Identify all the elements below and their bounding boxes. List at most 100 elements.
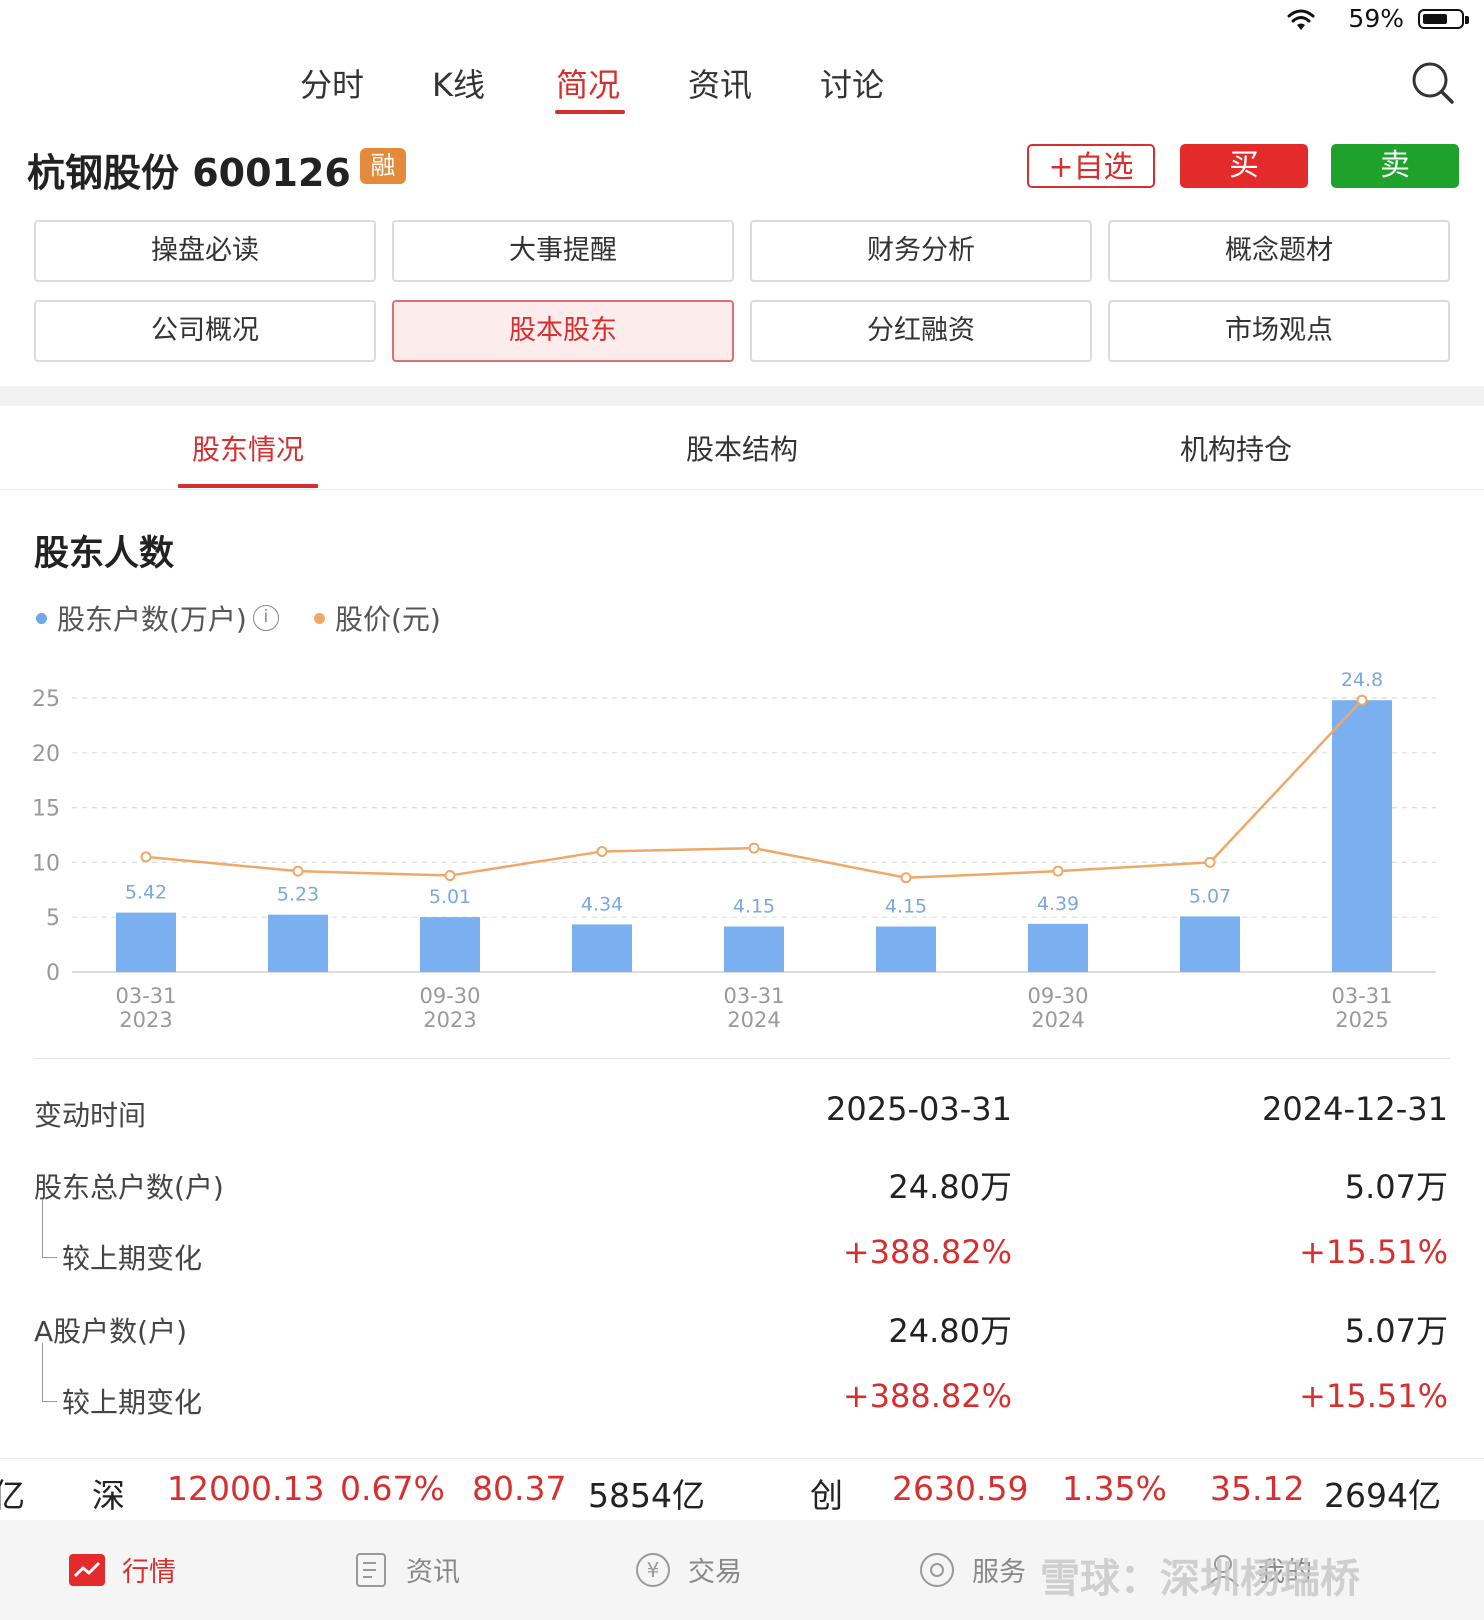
x-tick-label: 2023	[119, 1008, 172, 1032]
chart-divider	[34, 1058, 1450, 1059]
price-point	[1356, 694, 1368, 706]
ticker-sz-label: 深	[92, 1476, 125, 1515]
search-icon[interactable]	[1410, 60, 1456, 106]
bar-value-label: 24.8	[1341, 669, 1383, 691]
x-tick-label: 2024	[1031, 1008, 1084, 1032]
row-value-current: 24.80万	[888, 1312, 1012, 1350]
tab-kline[interactable]: K线	[432, 60, 485, 106]
row-label: 较上期变化	[62, 1386, 203, 1419]
price-point	[292, 865, 304, 877]
nav-trade[interactable]: 交易	[688, 1550, 742, 1589]
btn-major-events[interactable]: 大事提醒	[392, 220, 734, 282]
svg-text:¥: ¥	[647, 1558, 660, 1582]
price-point	[748, 842, 760, 854]
price-point	[444, 870, 456, 882]
y-tick-label: 0	[46, 961, 60, 986]
x-tick-label: 03-31	[1331, 984, 1392, 1008]
btn-shareholders[interactable]: 股本股东	[392, 300, 734, 362]
row-label: 股东总户数(户)	[34, 1171, 224, 1204]
y-tick-label: 10	[32, 851, 60, 876]
legend-price[interactable]: 股价(元)	[314, 598, 441, 638]
subtab-capital-structure[interactable]: 股本结构	[686, 428, 798, 468]
nav-market[interactable]: 行情	[122, 1550, 176, 1589]
table-row: A股户数(户) 24.80万 5.07万	[0, 1306, 1484, 1356]
y-tick-label: 25	[32, 687, 60, 712]
ticker-cy-label: 创	[810, 1476, 843, 1515]
row-value-current: +388.82%	[842, 1233, 1012, 1271]
y-tick-label: 15	[32, 797, 60, 822]
row-label: 较上期变化	[62, 1242, 203, 1275]
subtab-institutions[interactable]: 机构持仓	[1180, 428, 1292, 468]
section-title: 股东人数	[34, 534, 175, 574]
row-value-previous: 5.07万	[1344, 1312, 1448, 1350]
table-row: 较上期变化 +388.82% +15.51%	[0, 1343, 1484, 1427]
btn-trading-must-read[interactable]: 操盘必读	[34, 220, 376, 282]
ticker-cut-text: 亿	[0, 1476, 25, 1515]
bar-value-label: 5.42	[125, 882, 167, 904]
tab-overview[interactable]: 简况	[556, 60, 620, 106]
holders-chart: 05101520255.42 5.23 5.01 4.34 4.15 4.15 4.39 5.…	[32, 669, 1436, 1032]
btn-concepts[interactable]: 概念题材	[1108, 220, 1450, 282]
subtab-indicator	[178, 484, 318, 488]
x-tick-label: 03-31	[115, 984, 176, 1008]
buy-button[interactable]: 买	[1180, 144, 1308, 188]
bar	[1332, 700, 1392, 972]
price-point	[1204, 856, 1216, 868]
nav-service[interactable]: 服务	[972, 1550, 1026, 1589]
row-value-current: +388.82%	[842, 1377, 1012, 1415]
info-icon[interactable]: i	[252, 605, 279, 631]
nav-news[interactable]: 资讯	[406, 1550, 460, 1589]
market-icon[interactable]	[68, 1552, 106, 1588]
legend-dot-price	[314, 612, 325, 624]
legend-holders[interactable]: 股东户数(万户) i	[36, 598, 279, 638]
bar-value-label: 4.15	[885, 896, 927, 918]
tab-fenshi[interactable]: 分时	[300, 60, 364, 106]
trade-icon[interactable]: ¥	[634, 1552, 672, 1588]
bar-value-label: 5.01	[429, 886, 471, 908]
bar-value-label: 5.07	[1189, 885, 1231, 907]
add-watchlist-button[interactable]: +自选	[1027, 144, 1155, 188]
stock-title: 杭钢股份 600126	[27, 151, 351, 195]
x-tick-label: 09-30	[1027, 984, 1088, 1008]
service-icon[interactable]	[918, 1552, 956, 1588]
btn-financial-analysis[interactable]: 财务分析	[750, 220, 1092, 282]
tab-news[interactable]: 资讯	[688, 60, 752, 106]
ticker-sz-change: 80.37	[472, 1469, 567, 1508]
row-value-previous: +15.51%	[1299, 1377, 1448, 1415]
bar	[1180, 916, 1240, 972]
table-row: 较上期变化 +388.82% +15.51%	[0, 1199, 1484, 1283]
subtab-holders[interactable]: 股东情况	[192, 428, 304, 468]
wifi-icon	[1287, 9, 1315, 30]
news-icon[interactable]	[352, 1552, 390, 1588]
tab-discussion[interactable]: 讨论	[820, 60, 884, 106]
subtab-divider	[0, 489, 1484, 490]
bar-value-label: 4.15	[733, 896, 775, 918]
bar	[420, 917, 480, 972]
bar	[572, 924, 632, 972]
bar	[876, 926, 936, 972]
legend-price-label: 股价(元)	[335, 603, 441, 636]
bar-value-label: 5.23	[277, 884, 319, 906]
ticker-sz-pct: 0.67%	[340, 1469, 445, 1508]
margin-badge: 融	[360, 148, 406, 184]
row-value-previous: 2024-12-31	[1262, 1090, 1448, 1128]
status-bar: 59%	[0, 0, 1484, 40]
btn-company-profile[interactable]: 公司概况	[34, 300, 376, 362]
price-point	[1052, 865, 1064, 877]
sell-button[interactable]: 卖	[1331, 144, 1459, 188]
y-tick-label: 20	[32, 742, 60, 767]
btn-market-views[interactable]: 市场观点	[1108, 300, 1450, 362]
bar	[268, 914, 328, 972]
price-point	[140, 851, 152, 863]
legend-holders-label: 股东户数(万户)	[57, 603, 247, 636]
battery-icon	[1418, 9, 1469, 29]
btn-dividends[interactable]: 分红融资	[750, 300, 1092, 362]
bar	[116, 912, 176, 972]
bar	[1028, 923, 1088, 972]
ticker-cy-volume: 2694亿	[1324, 1476, 1441, 1515]
ticker-sz-volume: 5854亿	[588, 1476, 705, 1515]
y-tick-label: 5	[46, 906, 60, 931]
index-ticker[interactable]: 亿 深 12000.13 0.67% 80.37 5854亿 创 2630.59…	[0, 1458, 1484, 1521]
bar	[724, 926, 784, 972]
bar-value-label: 4.34	[581, 893, 623, 915]
